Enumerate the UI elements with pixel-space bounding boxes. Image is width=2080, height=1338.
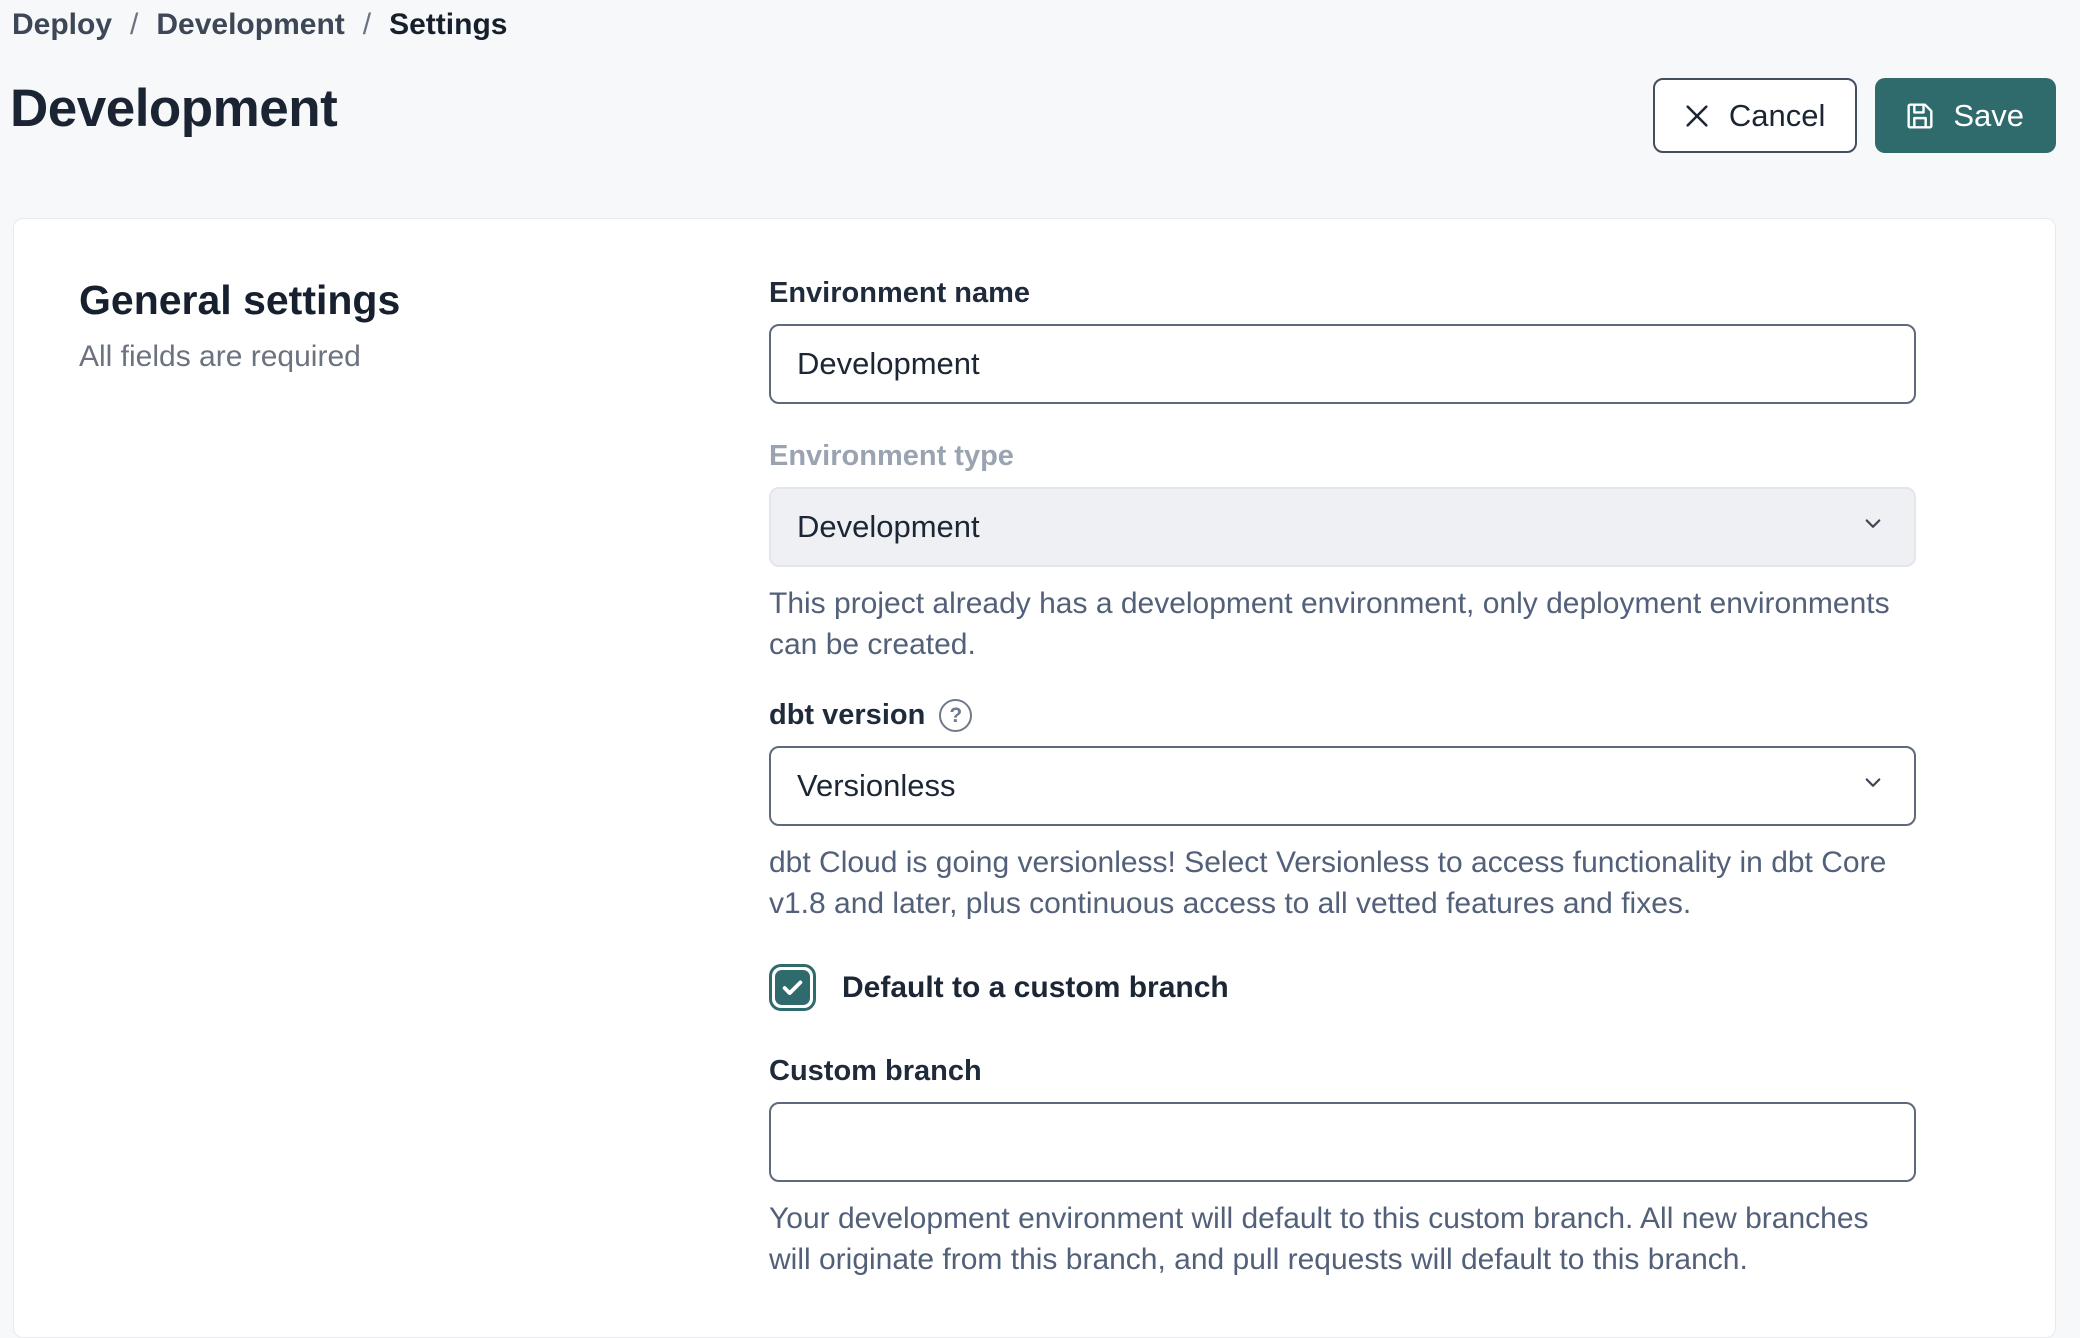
dbt-version-value: Versionless — [797, 768, 956, 804]
dbt-version-label: dbt version — [769, 699, 925, 732]
environment-name-label: Environment name — [769, 277, 1916, 310]
settings-form: Environment name Environment type Develo… — [769, 219, 1916, 1337]
save-button[interactable]: Save — [1875, 78, 2056, 153]
breadcrumb: Deploy / Development / Settings — [12, 8, 507, 42]
custom-branch-toggle-label: Default to a custom branch — [842, 971, 1229, 1005]
custom-branch-label: Custom branch — [769, 1055, 1916, 1088]
breadcrumb-item-settings: Settings — [389, 8, 507, 42]
chevron-down-icon — [1858, 508, 1888, 546]
custom-branch-checkbox[interactable] — [769, 964, 816, 1011]
dbt-version-group: dbt version ? Versionless dbt Cloud is g… — [769, 699, 1916, 924]
dbt-version-helper: dbt Cloud is going versionless! Select V… — [769, 842, 1916, 924]
check-icon — [775, 970, 810, 1005]
environment-type-value: Development — [797, 509, 980, 545]
header-actions: Cancel Save — [1653, 78, 2056, 153]
section-heading: General settings — [79, 277, 769, 324]
breadcrumb-separator: / — [363, 8, 371, 42]
breadcrumb-separator: / — [130, 8, 138, 42]
environment-type-label: Environment type — [769, 440, 1916, 473]
breadcrumb-item-development[interactable]: Development — [156, 8, 344, 42]
custom-branch-toggle-row: Default to a custom branch — [769, 964, 1916, 1011]
dbt-version-select[interactable]: Versionless — [769, 746, 1916, 826]
environment-type-group: Environment type Development This projec… — [769, 440, 1916, 665]
section-intro: General settings All fields are required — [14, 219, 769, 1337]
help-icon[interactable]: ? — [939, 699, 972, 732]
environment-name-group: Environment name — [769, 277, 1916, 404]
custom-branch-helper: Your development environment will defaul… — [769, 1198, 1916, 1280]
environment-type-select: Development — [769, 487, 1916, 567]
environment-name-input[interactable] — [769, 324, 1916, 404]
cancel-button-label: Cancel — [1729, 98, 1826, 134]
section-subheading: All fields are required — [79, 340, 769, 374]
general-settings-card: General settings All fields are required… — [13, 218, 2056, 1338]
floppy-disk-icon — [1903, 99, 1937, 133]
dbt-version-label-row: dbt version ? — [769, 699, 1916, 732]
custom-branch-group: Custom branch Your development environme… — [769, 1055, 1916, 1280]
environment-type-helper: This project already has a development e… — [769, 583, 1916, 665]
page-title: Development — [10, 78, 337, 139]
save-button-label: Save — [1953, 98, 2024, 134]
cancel-button[interactable]: Cancel — [1653, 78, 1858, 153]
breadcrumb-item-deploy[interactable]: Deploy — [12, 8, 112, 42]
x-icon — [1681, 100, 1713, 132]
chevron-down-icon — [1858, 767, 1888, 805]
custom-branch-input[interactable] — [769, 1102, 1916, 1182]
